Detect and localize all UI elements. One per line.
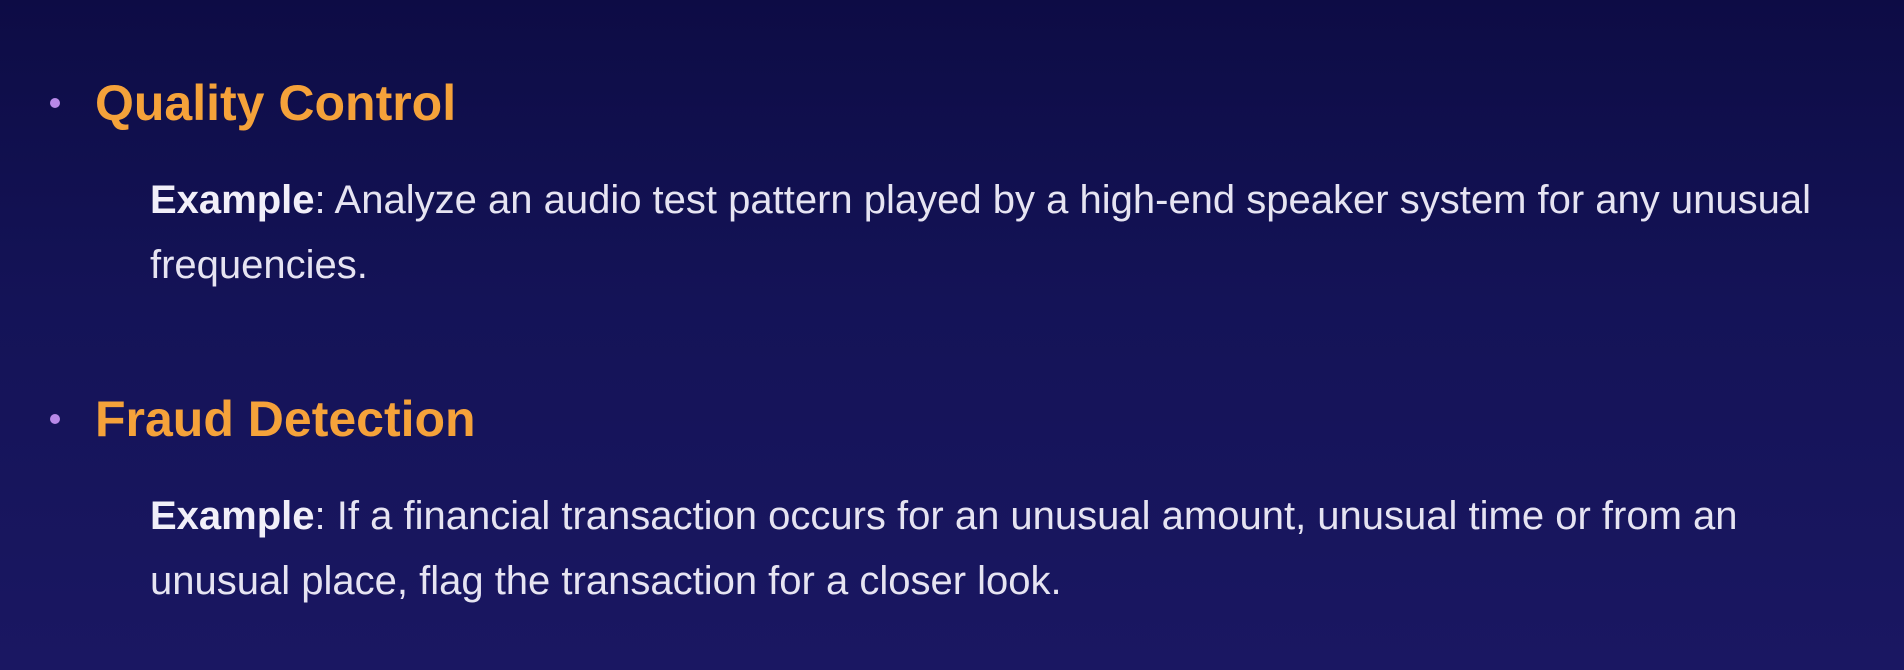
item-heading: Fraud Detection — [95, 391, 476, 447]
slide: Quality Control Example: Analyze an audi… — [0, 0, 1904, 670]
example-paragraph: Example: Analyze an audio test pattern p… — [150, 168, 1830, 298]
example-text: : If a financial transaction occurs for … — [150, 494, 1738, 603]
example-paragraph: Example: If a financial transaction occu… — [150, 484, 1830, 614]
bullet-icon — [50, 98, 60, 108]
example-label: Example — [150, 178, 315, 222]
bullet-icon — [50, 414, 60, 424]
example-label: Example — [150, 494, 315, 538]
example-text: : Analyze an audio test pattern played b… — [150, 178, 1812, 287]
item-heading: Quality Control — [95, 75, 457, 131]
